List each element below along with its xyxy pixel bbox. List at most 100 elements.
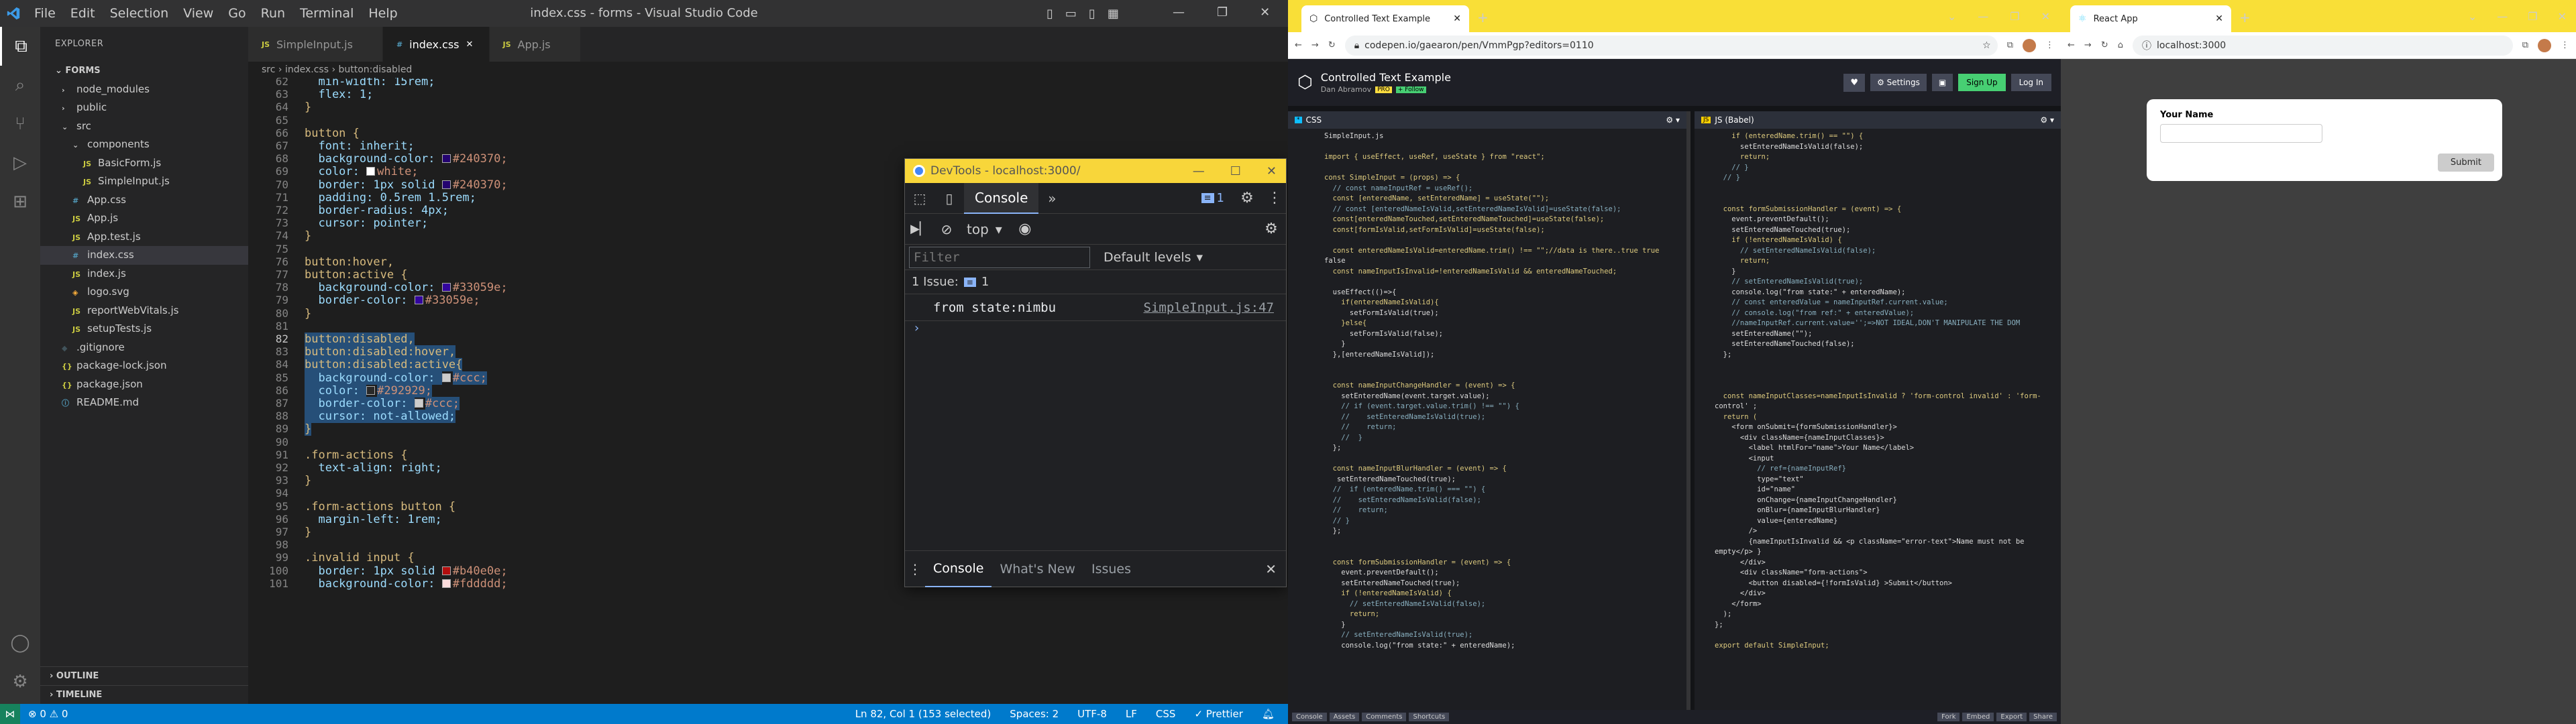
tree-file[interactable]: JS App.test.js: [40, 228, 248, 247]
timeline-section[interactable]: › TIMELINE: [40, 685, 248, 704]
close-tab-icon[interactable]: ✕: [1453, 13, 1461, 24]
indentation[interactable]: Spaces: 2: [1010, 708, 1059, 720]
toggle-sidebar-icon[interactable]: ▯: [1046, 7, 1053, 21]
footer-action-share[interactable]: Share: [2029, 713, 2057, 721]
profile-avatar[interactable]: [2538, 38, 2551, 52]
drawer-menu-icon[interactable]: ⋮: [905, 561, 925, 577]
minimize-icon[interactable]: —: [1193, 164, 1205, 178]
pen-author[interactable]: Dan Abramov: [1321, 85, 1371, 94]
home-icon[interactable]: ⌂: [2118, 40, 2123, 50]
new-tab-icon[interactable]: +: [1469, 9, 1497, 32]
more-options-icon[interactable]: ⋮: [1263, 190, 1286, 206]
outline-section[interactable]: › OUTLINE: [40, 666, 248, 685]
browser-menu-icon[interactable]: ⋮: [2561, 40, 2569, 50]
sidebar-toggle-icon[interactable]: ▶▏: [905, 222, 934, 236]
cursor-position[interactable]: Ln 82, Col 1 (153 selected): [855, 708, 991, 720]
tree-file[interactable]: ◈ logo.svg: [40, 283, 248, 302]
color-swatch-icon[interactable]: [441, 180, 451, 189]
drawer-tab-console[interactable]: Console: [925, 551, 992, 587]
device-toolbar-icon[interactable]: ▯: [934, 190, 964, 206]
restore-icon[interactable]: ❐: [2010, 10, 2019, 23]
tree-folder[interactable]: › node_modules: [40, 80, 248, 99]
css-code[interactable]: SimpleInput.js import { useEffect, useRef…: [1288, 129, 1686, 651]
restore-icon[interactable]: ❐: [2528, 10, 2537, 23]
editor-tab[interactable]: JS App.js: [489, 27, 581, 62]
profile-avatar[interactable]: [2023, 38, 2036, 52]
maximize-icon[interactable]: ☐: [1230, 164, 1241, 178]
menu-item-file[interactable]: File: [27, 6, 63, 21]
tree-file[interactable]: JS index.js: [40, 265, 248, 284]
drawer-tab-issues[interactable]: Issues: [1083, 551, 1139, 587]
console-prompt[interactable]: ›: [905, 321, 1286, 341]
close-icon[interactable]: ✕: [2041, 10, 2050, 23]
tree-file[interactable]: JS setupTests.js: [40, 320, 248, 339]
tree-file[interactable]: # index.css: [40, 246, 248, 265]
extensions-icon[interactable]: ⧉: [2522, 40, 2528, 50]
issues-badge[interactable]: ≡ 1: [1201, 191, 1224, 205]
editor-tab[interactable]: # index.css ✕: [382, 27, 490, 62]
toggle-panel-icon[interactable]: ▭: [1065, 7, 1077, 21]
browser-tab[interactable]: ⚛ React App ✕: [2070, 5, 2231, 32]
filter-input[interactable]: [909, 246, 1090, 268]
tree-file[interactable]: {} package-lock.json: [40, 357, 248, 375]
issues-bar[interactable]: 1 Issue: ≡ 1: [905, 270, 1286, 294]
panel-settings-icon[interactable]: ⚙ ▾: [2040, 115, 2061, 125]
new-tab-icon[interactable]: +: [2231, 9, 2259, 32]
log-source-link[interactable]: SimpleInput.js:47: [1144, 300, 1274, 315]
color-swatch-icon[interactable]: [366, 167, 376, 176]
tree-folder[interactable]: ⌄ src: [40, 117, 248, 136]
reload-icon[interactable]: ↻: [2101, 40, 2108, 50]
menu-item-run[interactable]: Run: [254, 6, 292, 21]
tree-folder[interactable]: ⌄ components: [40, 135, 248, 154]
live-expression-eye-icon[interactable]: ◉: [1010, 221, 1040, 237]
address-bar[interactable]: 🔒︎ codepen.io/gaearon/pen/VmmPgp?editors=…: [1344, 35, 1998, 56]
menu-item-go[interactable]: Go: [221, 6, 253, 21]
extensions-icon[interactable]: ⊞: [0, 182, 40, 221]
minimize-icon[interactable]: —: [1978, 10, 1988, 23]
bookmark-star-icon[interactable]: ☆: [1982, 40, 1998, 51]
footer-tab-comments[interactable]: Comments: [1362, 713, 1407, 721]
color-swatch-icon[interactable]: [441, 154, 451, 164]
encoding[interactable]: UTF-8: [1077, 708, 1107, 720]
menu-item-selection[interactable]: Selection: [103, 6, 176, 21]
breadcrumb-item[interactable]: button:disabled: [339, 64, 413, 75]
close-drawer-icon[interactable]: ✕: [1265, 561, 1277, 577]
toggle-secondary-sidebar-icon[interactable]: ▯: [1089, 7, 1095, 21]
menu-item-view[interactable]: View: [176, 6, 221, 21]
more-tabs-icon[interactable]: »: [1038, 190, 1065, 206]
drawer-tab-what-s-new[interactable]: What's New: [991, 551, 1083, 587]
breadcrumb-item[interactable]: index.css: [285, 64, 329, 75]
js-code[interactable]: if (enteredName.trim() == "") { setEnter…: [1695, 129, 2061, 651]
customize-layout-icon[interactable]: ▦: [1108, 7, 1119, 21]
tree-folder[interactable]: › public: [40, 99, 248, 117]
remote-icon[interactable]: ⋈: [0, 704, 20, 724]
manage-gear-icon[interactable]: ⚙: [0, 662, 40, 701]
tree-file[interactable]: JS BasicForm.js: [40, 154, 248, 173]
submit-button[interactable]: Submit: [2437, 154, 2494, 172]
back-icon[interactable]: ←: [1295, 40, 1302, 50]
close-tab-icon[interactable]: ✕: [2215, 13, 2223, 24]
menu-item-edit[interactable]: Edit: [63, 6, 103, 21]
run-debug-icon[interactable]: ▷: [0, 143, 40, 182]
tab-search-icon[interactable]: ⌄: [2468, 10, 2477, 23]
color-swatch-icon[interactable]: [441, 566, 451, 575]
account-icon[interactable]: ◯: [0, 623, 40, 662]
tree-file[interactable]: ⓘ README.md: [40, 394, 248, 412]
settings-gear-icon[interactable]: ⚙: [1231, 190, 1263, 206]
tree-file[interactable]: JS App.js: [40, 209, 248, 228]
browser-tab[interactable]: ⬡ Controlled Text Example ✕: [1301, 5, 1469, 32]
editor-tab[interactable]: JS SimpleInput.js: [248, 27, 383, 62]
restore-icon[interactable]: ❐: [1217, 5, 1228, 19]
color-swatch-icon[interactable]: [441, 579, 451, 588]
menu-item-terminal[interactable]: Terminal: [292, 6, 361, 21]
prettier-status[interactable]: ✓ Prettier: [1194, 708, 1243, 720]
color-swatch-icon[interactable]: [441, 283, 451, 292]
log-levels-dropdown[interactable]: Default levels ▾: [1104, 250, 1203, 265]
footer-tab-console[interactable]: Console: [1292, 713, 1327, 721]
browser-menu-icon[interactable]: ⋮: [2045, 40, 2054, 50]
search-icon[interactable]: ⌕: [0, 66, 40, 105]
close-icon[interactable]: ✕: [1260, 5, 1270, 19]
reload-icon[interactable]: ↻: [1328, 40, 1336, 50]
extensions-icon[interactable]: ⧉: [2007, 40, 2013, 50]
breadcrumb-item[interactable]: src: [262, 64, 275, 75]
